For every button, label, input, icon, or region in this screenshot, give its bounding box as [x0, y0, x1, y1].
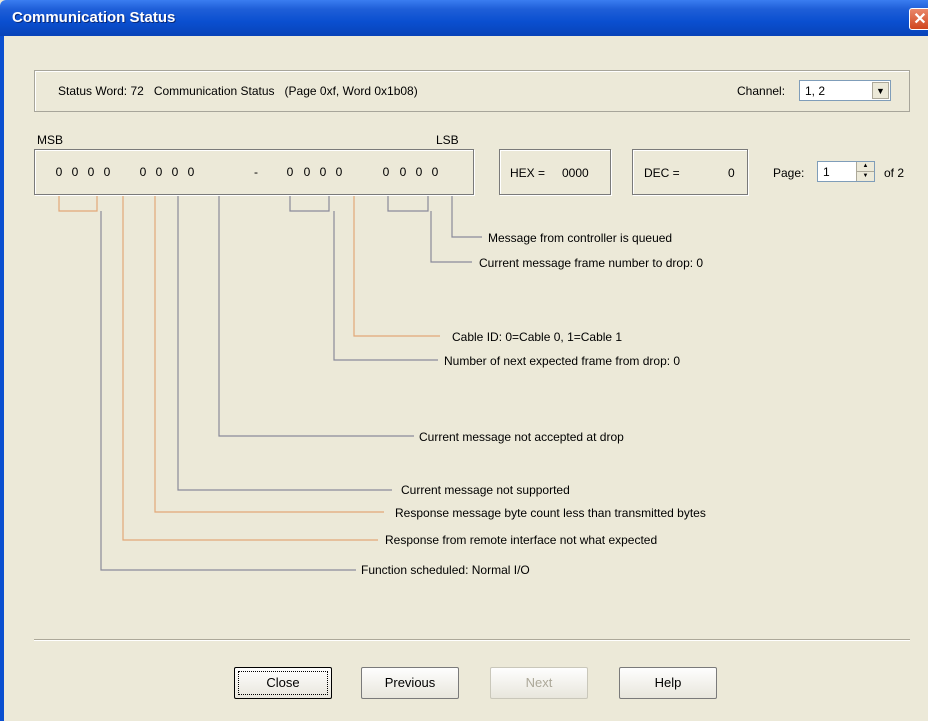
footer-separator [34, 639, 910, 641]
previous-button[interactable]: Previous [361, 667, 459, 699]
leader-response-remote [122, 196, 378, 541]
help-button[interactable]: Help [619, 667, 717, 699]
leader-cable-id [353, 196, 440, 337]
desc-not-supported: Current message not supported [401, 483, 570, 497]
leader-not-accepted [218, 196, 414, 437]
leader-next-frame [333, 211, 438, 361]
leader-bits-15-14 [58, 196, 98, 212]
focus-rect [238, 671, 328, 695]
leader-message-queued [451, 196, 482, 238]
desc-cable-id: Cable ID: 0=Cable 0, 1=Cable 1 [452, 330, 623, 344]
next-button[interactable]: Next [490, 667, 588, 699]
leader-function-scheduled [100, 211, 356, 571]
leader-bits-7-5 [289, 196, 330, 212]
help-button-label: Help [654, 675, 682, 690]
previous-button-label: Previous [384, 675, 436, 690]
desc-function-scheduled: Function scheduled: Normal I/O [361, 563, 530, 577]
desc-not-accepted: Current message not accepted at drop [419, 430, 624, 444]
desc-response-remote: Response from remote interface not what … [385, 533, 658, 547]
desc-message-queued: Message from controller is queued [488, 231, 673, 245]
desc-byte-count: Response message byte count less than tr… [395, 506, 706, 520]
next-button-label: Next [525, 675, 553, 690]
desc-frame-number: Current message frame number to drop: 0 [479, 256, 704, 270]
close-button[interactable]: Close [234, 667, 332, 699]
leader-not-supported [177, 196, 392, 491]
leader-bits-3-1 [387, 196, 429, 212]
leader-byte-count [154, 196, 384, 513]
desc-next-frame: Number of next expected frame from drop:… [444, 354, 681, 368]
